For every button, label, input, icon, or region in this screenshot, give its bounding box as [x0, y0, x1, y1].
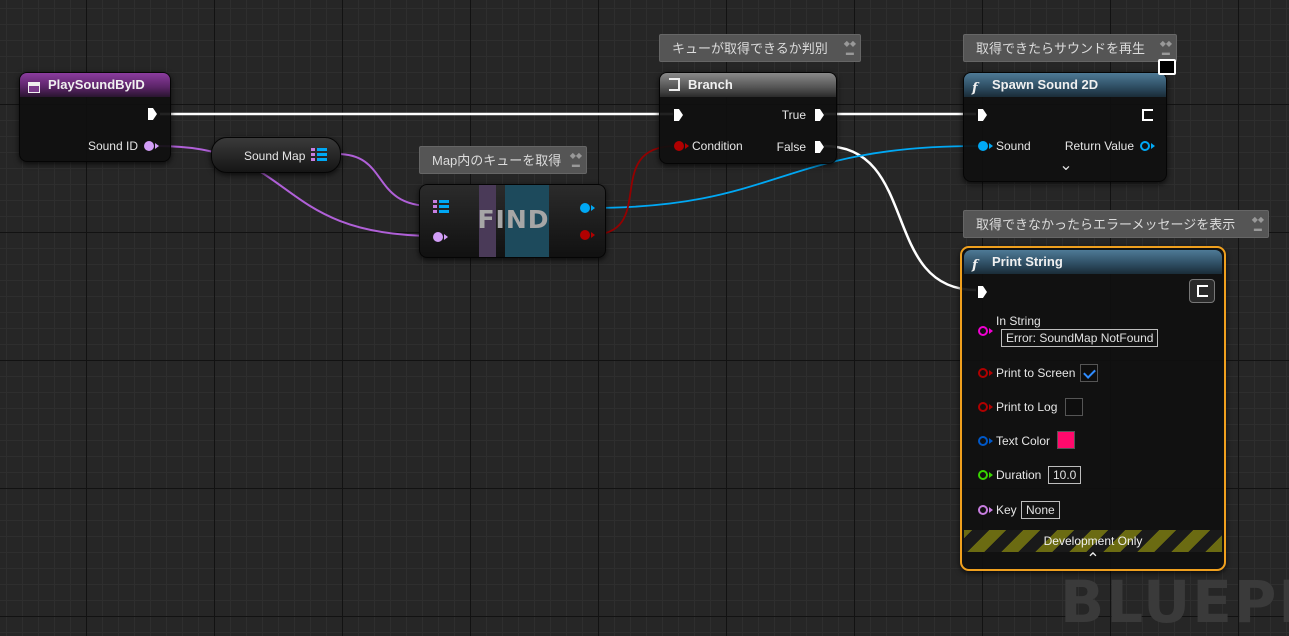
sound-arrow-icon [989, 143, 993, 149]
exec-out-pin[interactable] [1197, 285, 1208, 297]
value-output-arrow-icon [591, 205, 595, 211]
duration-pin[interactable] [978, 470, 988, 480]
print-string-node[interactable]: f Print String In String Error: SoundMap… [960, 246, 1226, 571]
return-value-pin[interactable] [1140, 141, 1150, 151]
duration-label: Duration [996, 468, 1042, 482]
print-to-log-pin[interactable] [978, 402, 988, 412]
blueprint-watermark: BLUEPRI [1060, 568, 1289, 636]
event-node-title: PlaySoundByID [48, 77, 145, 92]
key-pin[interactable] [978, 505, 988, 515]
in-string-arrow-icon [989, 328, 993, 334]
exec-out-pin-box[interactable] [1189, 279, 1215, 303]
print-to-log-checkbox[interactable] [1065, 398, 1083, 416]
key-arrow-icon [989, 507, 993, 513]
print-comment-text: 取得できなかったらエラーメッセージを表示 [976, 217, 1236, 232]
spawn-comment-text: 取得できたらサウンドを再生 [976, 41, 1146, 56]
print-to-log-arrow-icon [989, 404, 993, 410]
print-to-screen-checkbox[interactable] [1080, 364, 1098, 382]
sound-id-label: Sound ID [87, 139, 138, 153]
development-only-banner: Development Only [964, 530, 1222, 552]
condition-arrow-icon [685, 143, 689, 149]
return-value-label: Return Value [1064, 139, 1134, 153]
text-color-label: Text Color [996, 434, 1051, 448]
found-output-pin[interactable] [580, 230, 590, 240]
print-node-header: f Print String [964, 250, 1222, 274]
event-node-header: PlaySoundByID [20, 73, 170, 97]
map-wire-soundmap-find [336, 153, 433, 207]
print-to-screen-arrow-icon [989, 370, 993, 376]
branch-node-title: Branch [688, 77, 733, 92]
branch-comment[interactable]: キューが取得できるか判別 ◆◆ ▬ [659, 34, 861, 62]
comment-pin-icon[interactable]: ◆◆ ▬ [570, 151, 582, 169]
checkmark-icon [1083, 366, 1096, 379]
exec-wire-branch-print [823, 144, 977, 292]
spawn-node-header: f Spawn Sound 2D [964, 73, 1166, 97]
duration-arrow-icon [989, 472, 993, 478]
collapse-chevron-up-icon[interactable]: ⌃ [962, 552, 1224, 568]
branch-node-header: Branch [660, 73, 836, 97]
print-comment[interactable]: 取得できなかったらエラーメッセージを表示 ◆◆ ▬ [963, 210, 1269, 238]
found-output-arrow-icon [591, 232, 595, 238]
key-input-arrow-icon [444, 234, 448, 240]
comment-pin-icon[interactable]: ◆◆ ▬ [1252, 215, 1264, 233]
sound-map-variable-node[interactable]: Sound Map [211, 137, 341, 173]
condition-input-pin[interactable] [674, 141, 684, 151]
spawn-comment[interactable]: 取得できたらサウンドを再生 ◆◆ ▬ [963, 34, 1177, 62]
print-node-title: Print String [992, 254, 1063, 269]
comment-pin-icon[interactable]: ◆◆ ▬ [844, 39, 856, 57]
spawn-node-title: Spawn Sound 2D [992, 77, 1099, 92]
key-label: Key [996, 503, 1017, 517]
print-to-screen-pin[interactable] [978, 368, 988, 378]
print-to-screen-label: Print to Screen [996, 366, 1076, 380]
print-to-log-label: Print to Log [996, 400, 1058, 414]
find-node[interactable]: FIND [419, 184, 606, 258]
spawn-header-overlay-icon [1158, 59, 1176, 75]
spawn-sound-2d-node[interactable]: f Spawn Sound 2D Sound Return Value ⌄ [963, 59, 1176, 182]
sound-label: Sound [996, 139, 1031, 153]
development-only-label: Development Only [1043, 534, 1143, 548]
key-input-pin[interactable] [433, 232, 443, 242]
text-color-pin[interactable] [978, 436, 988, 446]
branch-node[interactable]: Branch True Condition False [659, 72, 837, 164]
value-output-pin[interactable] [580, 203, 590, 213]
event-icon [28, 78, 40, 102]
in-string-label: In String [996, 314, 1041, 328]
text-color-swatch[interactable] [1057, 431, 1075, 449]
false-label: False [776, 140, 806, 154]
sound-id-out-pin[interactable] [144, 141, 154, 151]
text-color-arrow-icon [989, 438, 993, 444]
expand-chevron-down-icon[interactable]: ⌄ [964, 158, 1168, 174]
function-icon: f [972, 81, 978, 96]
map-grid-icon[interactable] [311, 148, 327, 162]
key-input[interactable]: None [1021, 501, 1060, 519]
find-comment[interactable]: Map内のキューを取得 ◆◆ ▬ [419, 146, 587, 174]
true-label: True [781, 108, 806, 122]
condition-label: Condition [692, 139, 743, 153]
map-input-grid-icon[interactable] [433, 200, 449, 214]
function-icon: f [972, 258, 978, 273]
branch-icon [669, 78, 680, 91]
sound-input-pin[interactable] [978, 141, 988, 151]
exec-out-pin[interactable] [1142, 109, 1153, 121]
in-string-input[interactable]: Error: SoundMap NotFound [1001, 329, 1159, 347]
in-string-pin[interactable] [978, 326, 988, 336]
sound-map-label: Sound Map [244, 149, 306, 163]
branch-comment-text: キューが取得できるか判別 [672, 41, 828, 56]
sound-id-arrow-icon [155, 143, 159, 149]
comment-pin-icon[interactable]: ◆◆ ▬ [1160, 39, 1172, 57]
return-arrow-icon [1151, 143, 1155, 149]
duration-input[interactable]: 10.0 [1048, 466, 1082, 484]
event-node-playsoundbyid[interactable]: PlaySoundByID Sound ID [19, 72, 171, 162]
find-comment-text: Map内のキューを取得 [432, 153, 562, 168]
